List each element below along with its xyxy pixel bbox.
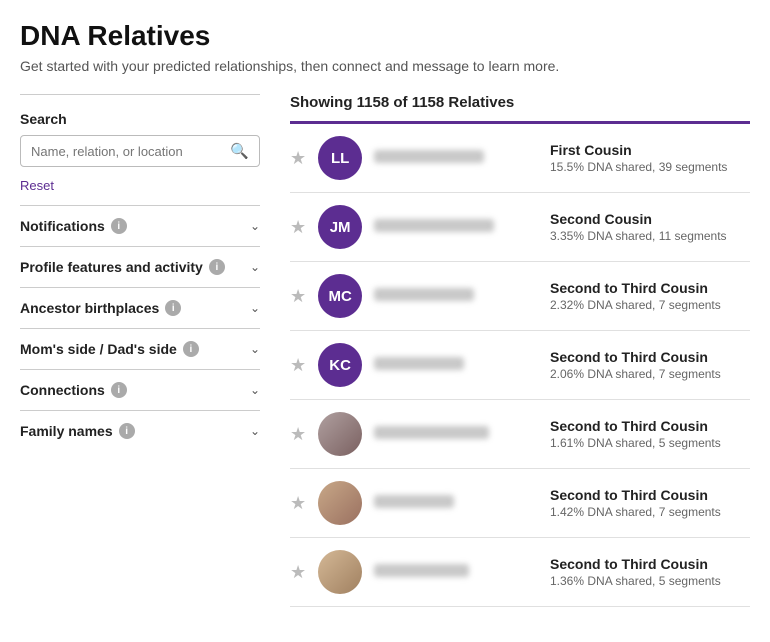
- chevron-icon-sides: ⌄: [250, 342, 260, 356]
- page-title: DNA Relatives: [20, 20, 750, 52]
- chevron-icon-ancestor: ⌄: [250, 301, 260, 315]
- dna-detail: 1.42% DNA shared, 7 segments: [550, 505, 750, 519]
- relative-info: Second to Third Cousin 1.42% DNA shared,…: [550, 487, 750, 519]
- main-content: Showing 1158 of 1158 Relatives ★ LL Firs…: [280, 94, 750, 607]
- sidebar-section-header-profile[interactable]: Profile features and activity i ⌄: [20, 259, 260, 275]
- sidebar-section-header-sides[interactable]: Mom's side / Dad's side i ⌄: [20, 341, 260, 357]
- avatar: [318, 550, 362, 594]
- sidebar-section-profile[interactable]: Profile features and activity i ⌄: [20, 246, 260, 287]
- search-input[interactable]: [31, 144, 230, 159]
- table-row: ★ LL First Cousin 15.5% DNA shared, 39 s…: [290, 124, 750, 193]
- relation-type: Second Cousin: [550, 211, 750, 227]
- sidebar-section-ancestor[interactable]: Ancestor birthplaces i ⌄: [20, 287, 260, 328]
- star-button[interactable]: ★: [290, 424, 306, 445]
- dna-detail: 15.5% DNA shared, 39 segments: [550, 160, 750, 174]
- dna-detail: 1.61% DNA shared, 5 segments: [550, 436, 750, 450]
- relation-type: First Cousin: [550, 142, 750, 158]
- showing-count: Showing 1158 of 1158 Relatives: [290, 94, 750, 111]
- relation-type: Second to Third Cousin: [550, 349, 750, 365]
- star-button[interactable]: ★: [290, 355, 306, 376]
- info-icon-ancestor: i: [165, 300, 181, 316]
- info-icon-sides: i: [183, 341, 199, 357]
- chevron-icon-profile: ⌄: [250, 260, 260, 274]
- star-button[interactable]: ★: [290, 286, 306, 307]
- relative-name: [374, 355, 538, 375]
- star-button[interactable]: ★: [290, 562, 306, 583]
- info-icon-notifications: i: [111, 218, 127, 234]
- sidebar-section-family[interactable]: Family names i ⌄: [20, 410, 260, 451]
- relative-name: [374, 148, 538, 168]
- sidebar-section-header-family[interactable]: Family names i ⌄: [20, 423, 260, 439]
- page-subtitle: Get started with your predicted relation…: [20, 58, 750, 74]
- avatar: [318, 412, 362, 456]
- avatar: JM: [318, 205, 362, 249]
- dna-detail: 2.06% DNA shared, 7 segments: [550, 367, 750, 381]
- relative-name: [374, 424, 538, 444]
- sidebar-section-header-ancestor[interactable]: Ancestor birthplaces i ⌄: [20, 300, 260, 316]
- name-blur: [374, 357, 464, 370]
- sidebar-section-connections[interactable]: Connections i ⌄: [20, 369, 260, 410]
- sidebar-section-title-ancestor: Ancestor birthplaces i: [20, 300, 181, 316]
- sidebar-section-header-notifications[interactable]: Notifications i ⌄: [20, 218, 260, 234]
- relation-type: Second to Third Cousin: [550, 280, 750, 296]
- table-row: ★ Second to Third Cousin 1.42% DNA share…: [290, 469, 750, 538]
- relation-type: Second to Third Cousin: [550, 556, 750, 572]
- name-blur: [374, 426, 489, 439]
- sidebar: Search 🔍 Reset Notifications i ⌄ Profile…: [20, 94, 280, 607]
- sidebar-section-title-connections: Connections i: [20, 382, 127, 398]
- info-icon-profile: i: [209, 259, 225, 275]
- name-blur: [374, 219, 494, 232]
- name-blur: [374, 495, 454, 508]
- name-blur: [374, 288, 474, 301]
- relation-type: Second to Third Cousin: [550, 418, 750, 434]
- filter-sections: Notifications i ⌄ Profile features and a…: [20, 205, 260, 451]
- search-label: Search: [20, 107, 260, 127]
- sidebar-section-sides[interactable]: Mom's side / Dad's side i ⌄: [20, 328, 260, 369]
- table-row: ★ Second to Third Cousin 1.61% DNA share…: [290, 400, 750, 469]
- table-row: ★ KC Second to Third Cousin 2.06% DNA sh…: [290, 331, 750, 400]
- dna-detail: 3.35% DNA shared, 11 segments: [550, 229, 750, 243]
- sidebar-section-title-family: Family names i: [20, 423, 135, 439]
- search-section: Search 🔍 Reset: [20, 94, 260, 205]
- relative-name: [374, 286, 538, 306]
- avatar: LL: [318, 136, 362, 180]
- sidebar-section-header-connections[interactable]: Connections i ⌄: [20, 382, 260, 398]
- avatar: KC: [318, 343, 362, 387]
- search-box: 🔍: [20, 135, 260, 167]
- star-button[interactable]: ★: [290, 148, 306, 169]
- avatar: MC: [318, 274, 362, 318]
- relative-info: Second to Third Cousin 1.61% DNA shared,…: [550, 418, 750, 450]
- relative-name: [374, 493, 538, 513]
- relative-name: [374, 217, 538, 237]
- chevron-icon-connections: ⌄: [250, 383, 260, 397]
- avatar: [318, 481, 362, 525]
- search-icon: 🔍: [230, 142, 249, 160]
- table-row: ★ Second to Third Cousin 1.36% DNA share…: [290, 538, 750, 607]
- star-button[interactable]: ★: [290, 493, 306, 514]
- reset-link[interactable]: Reset: [20, 178, 54, 193]
- dna-detail: 1.36% DNA shared, 5 segments: [550, 574, 750, 588]
- relative-info: Second Cousin 3.35% DNA shared, 11 segme…: [550, 211, 750, 243]
- chevron-icon-family: ⌄: [250, 424, 260, 438]
- sidebar-section-notifications[interactable]: Notifications i ⌄: [20, 205, 260, 246]
- relative-info: Second to Third Cousin 2.32% DNA shared,…: [550, 280, 750, 312]
- name-blur: [374, 564, 469, 577]
- info-icon-family: i: [119, 423, 135, 439]
- info-icon-connections: i: [111, 382, 127, 398]
- relative-info: Second to Third Cousin 1.36% DNA shared,…: [550, 556, 750, 588]
- sidebar-section-title-sides: Mom's side / Dad's side i: [20, 341, 199, 357]
- relation-type: Second to Third Cousin: [550, 487, 750, 503]
- name-blur: [374, 150, 484, 163]
- relative-name: [374, 562, 538, 582]
- relative-info: First Cousin 15.5% DNA shared, 39 segmen…: [550, 142, 750, 174]
- sidebar-section-title-notifications: Notifications i: [20, 218, 127, 234]
- table-row: ★ MC Second to Third Cousin 2.32% DNA sh…: [290, 262, 750, 331]
- dna-detail: 2.32% DNA shared, 7 segments: [550, 298, 750, 312]
- relative-info: Second to Third Cousin 2.06% DNA shared,…: [550, 349, 750, 381]
- sidebar-section-title-profile: Profile features and activity i: [20, 259, 225, 275]
- chevron-icon-notifications: ⌄: [250, 219, 260, 233]
- relatives-list: ★ LL First Cousin 15.5% DNA shared, 39 s…: [290, 124, 750, 607]
- table-row: ★ JM Second Cousin 3.35% DNA shared, 11 …: [290, 193, 750, 262]
- star-button[interactable]: ★: [290, 217, 306, 238]
